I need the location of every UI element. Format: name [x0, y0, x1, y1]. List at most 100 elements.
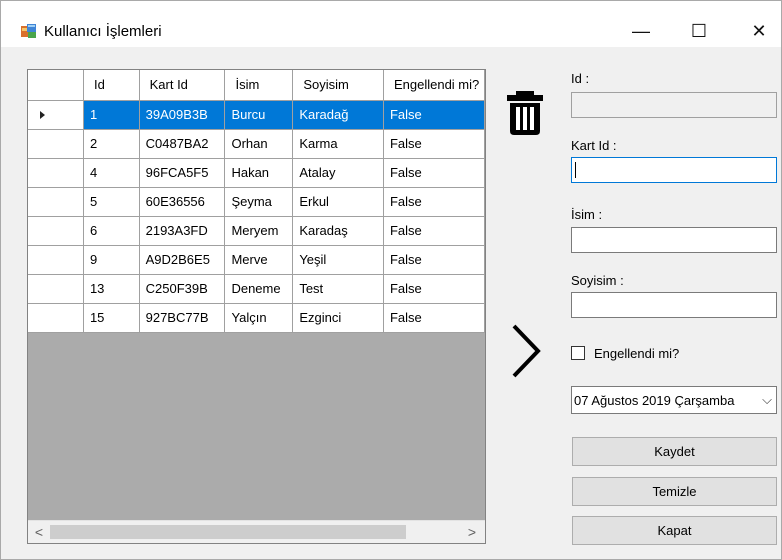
isim-cell[interactable]: Hakan [224, 158, 294, 188]
close-icon: ✕ [751, 20, 767, 41]
close-window-button[interactable]: ✕ [744, 19, 774, 43]
kart-id-cell[interactable]: 60E36556 [139, 187, 226, 217]
minimize-button[interactable]: — [626, 19, 656, 43]
soyisim-cell[interactable]: Erkul [292, 187, 384, 217]
id-cell[interactable]: 6 [83, 216, 140, 246]
kart-id-cell[interactable]: 39A09B3B [139, 100, 226, 130]
soyisim-label: Soyisim : [571, 273, 624, 288]
soyisim-cell[interactable]: Yeşil [292, 245, 384, 275]
engellendi-cell[interactable]: False [383, 303, 485, 333]
table-row[interactable]: 2 C0487BA2 Orhan Karma False [28, 129, 485, 159]
isim-cell[interactable]: Orhan [224, 129, 294, 159]
date-picker[interactable]: 07 Ağustos 2019 Çarşamba ⌵ [571, 386, 777, 414]
horizontal-scrollbar[interactable]: < > [28, 520, 485, 543]
table-row[interactable]: 13 C250F39B Deneme Test False [28, 274, 485, 304]
soyisim-cell[interactable]: Karadağ [292, 100, 384, 130]
users-data-grid[interactable]: Id Kart Id İsim Soyisim Engellendi mi? 1… [27, 69, 486, 544]
id-cell[interactable]: 2 [83, 129, 140, 159]
id-cell[interactable]: 4 [83, 158, 140, 188]
row-header[interactable] [28, 100, 84, 130]
engellendi-cell[interactable]: False [383, 100, 485, 130]
table-row[interactable]: 15 927BC77B Yalçın Ezginci False [28, 303, 485, 333]
id-field[interactable] [571, 92, 777, 118]
isim-cell[interactable]: Şeyma [224, 187, 294, 217]
row-header[interactable] [28, 216, 84, 246]
id-cell[interactable]: 5 [83, 187, 140, 217]
engellendi-checkbox-row[interactable]: Engellendi mi? [571, 344, 679, 362]
row-header[interactable] [28, 129, 84, 159]
id-cell[interactable]: 13 [83, 274, 140, 304]
main-window: Kullanıcı İşlemleri — ☐ ✕ Id Kart Id İsi… [0, 0, 782, 560]
table-row[interactable]: 5 60E36556 Şeyma Erkul False [28, 187, 485, 217]
engellendi-cell[interactable]: False [383, 274, 485, 304]
engellendi-label: Engellendi mi? [594, 345, 680, 361]
date-value: 07 Ağustos 2019 Çarşamba [574, 392, 735, 408]
row-header[interactable] [28, 303, 84, 333]
maximize-button[interactable]: ☐ [684, 19, 714, 43]
table-row[interactable]: 6 2193A3FD Meryem Karadaş False [28, 216, 485, 246]
column-header-id[interactable]: Id [83, 70, 140, 101]
isim-cell[interactable]: Burcu [224, 100, 294, 130]
soyisim-field[interactable] [571, 292, 777, 318]
app-icon [21, 24, 36, 38]
kart-id-cell[interactable]: C250F39B [139, 274, 226, 304]
trash-icon[interactable] [505, 91, 545, 135]
isim-cell[interactable]: Merve [224, 245, 294, 275]
kart-id-cell[interactable]: 2193A3FD [139, 216, 226, 246]
table-row[interactable]: 1 39A09B3B Burcu Karadağ False [28, 100, 485, 130]
window-title: Kullanıcı İşlemleri [44, 23, 162, 40]
isim-cell[interactable]: Meryem [224, 216, 294, 246]
scrollbar-thumb[interactable] [50, 525, 406, 539]
row-header[interactable] [28, 245, 84, 275]
column-header-isim[interactable]: İsim [224, 70, 294, 101]
row-header[interactable] [28, 158, 84, 188]
id-cell[interactable]: 15 [83, 303, 140, 333]
text-caret [575, 162, 576, 178]
chevron-right-icon[interactable] [511, 323, 541, 379]
soyisim-cell[interactable]: Atalay [292, 158, 384, 188]
clear-button[interactable]: Temizle [572, 477, 777, 506]
engellendi-cell[interactable]: False [383, 129, 485, 159]
engellendi-cell[interactable]: False [383, 158, 485, 188]
isim-field[interactable] [571, 227, 777, 253]
scroll-left-arrow[interactable]: < [30, 523, 48, 541]
table-row[interactable]: 9 A9D2B6E5 Merve Yeşil False [28, 245, 485, 275]
isim-cell[interactable]: Yalçın [224, 303, 294, 333]
close-button[interactable]: Kapat [572, 516, 777, 545]
engellendi-cell[interactable]: False [383, 187, 485, 217]
table-body: 1 39A09B3B Burcu Karadağ False 2 C0487BA2 Orhan… [28, 100, 485, 333]
kart-id-cell[interactable]: A9D2B6E5 [139, 245, 226, 275]
soyisim-cell[interactable]: Karma [292, 129, 384, 159]
column-header-soyisim[interactable]: Soyisim [292, 70, 384, 101]
row-header[interactable] [28, 187, 84, 217]
column-header-kart-id[interactable]: Kart Id [139, 70, 226, 101]
engellendi-cell[interactable]: False [383, 216, 485, 246]
header-row: Id Kart Id İsim Soyisim Engellendi mi? [28, 70, 485, 101]
id-cell[interactable]: 1 [83, 100, 140, 130]
chevron-down-icon[interactable]: ⌵ [762, 392, 772, 408]
kart-id-label: Kart Id : [571, 138, 617, 153]
soyisim-cell[interactable]: Test [292, 274, 384, 304]
scroll-right-arrow[interactable]: > [463, 523, 481, 541]
isim-label: İsim : [571, 207, 603, 222]
save-button[interactable]: Kaydet [572, 437, 777, 466]
id-label: Id : [571, 71, 590, 86]
isim-cell[interactable]: Deneme [224, 274, 294, 304]
maximize-icon: ☐ [690, 20, 708, 41]
kart-id-cell[interactable]: 927BC77B [139, 303, 226, 333]
kart-id-field[interactable] [571, 157, 777, 183]
minimize-icon: — [632, 20, 650, 41]
column-header-engellendi[interactable]: Engellendi mi? [383, 70, 485, 101]
engellendi-cell[interactable]: False [383, 245, 485, 275]
kart-id-cell[interactable]: 96FCA5F5 [139, 158, 226, 188]
row-header[interactable] [28, 274, 84, 304]
kart-id-cell[interactable]: C0487BA2 [139, 129, 226, 159]
table-row[interactable]: 4 96FCA5F5 Hakan Atalay False [28, 158, 485, 188]
soyisim-cell[interactable]: Ezginci [292, 303, 384, 333]
row-pointer-icon [40, 110, 45, 119]
id-cell[interactable]: 9 [83, 245, 140, 275]
engellendi-checkbox[interactable] [571, 346, 585, 360]
corner-header [28, 70, 84, 101]
title-bar[interactable]: Kullanıcı İşlemleri — ☐ ✕ [1, 1, 781, 47]
soyisim-cell[interactable]: Karadaş [292, 216, 384, 246]
